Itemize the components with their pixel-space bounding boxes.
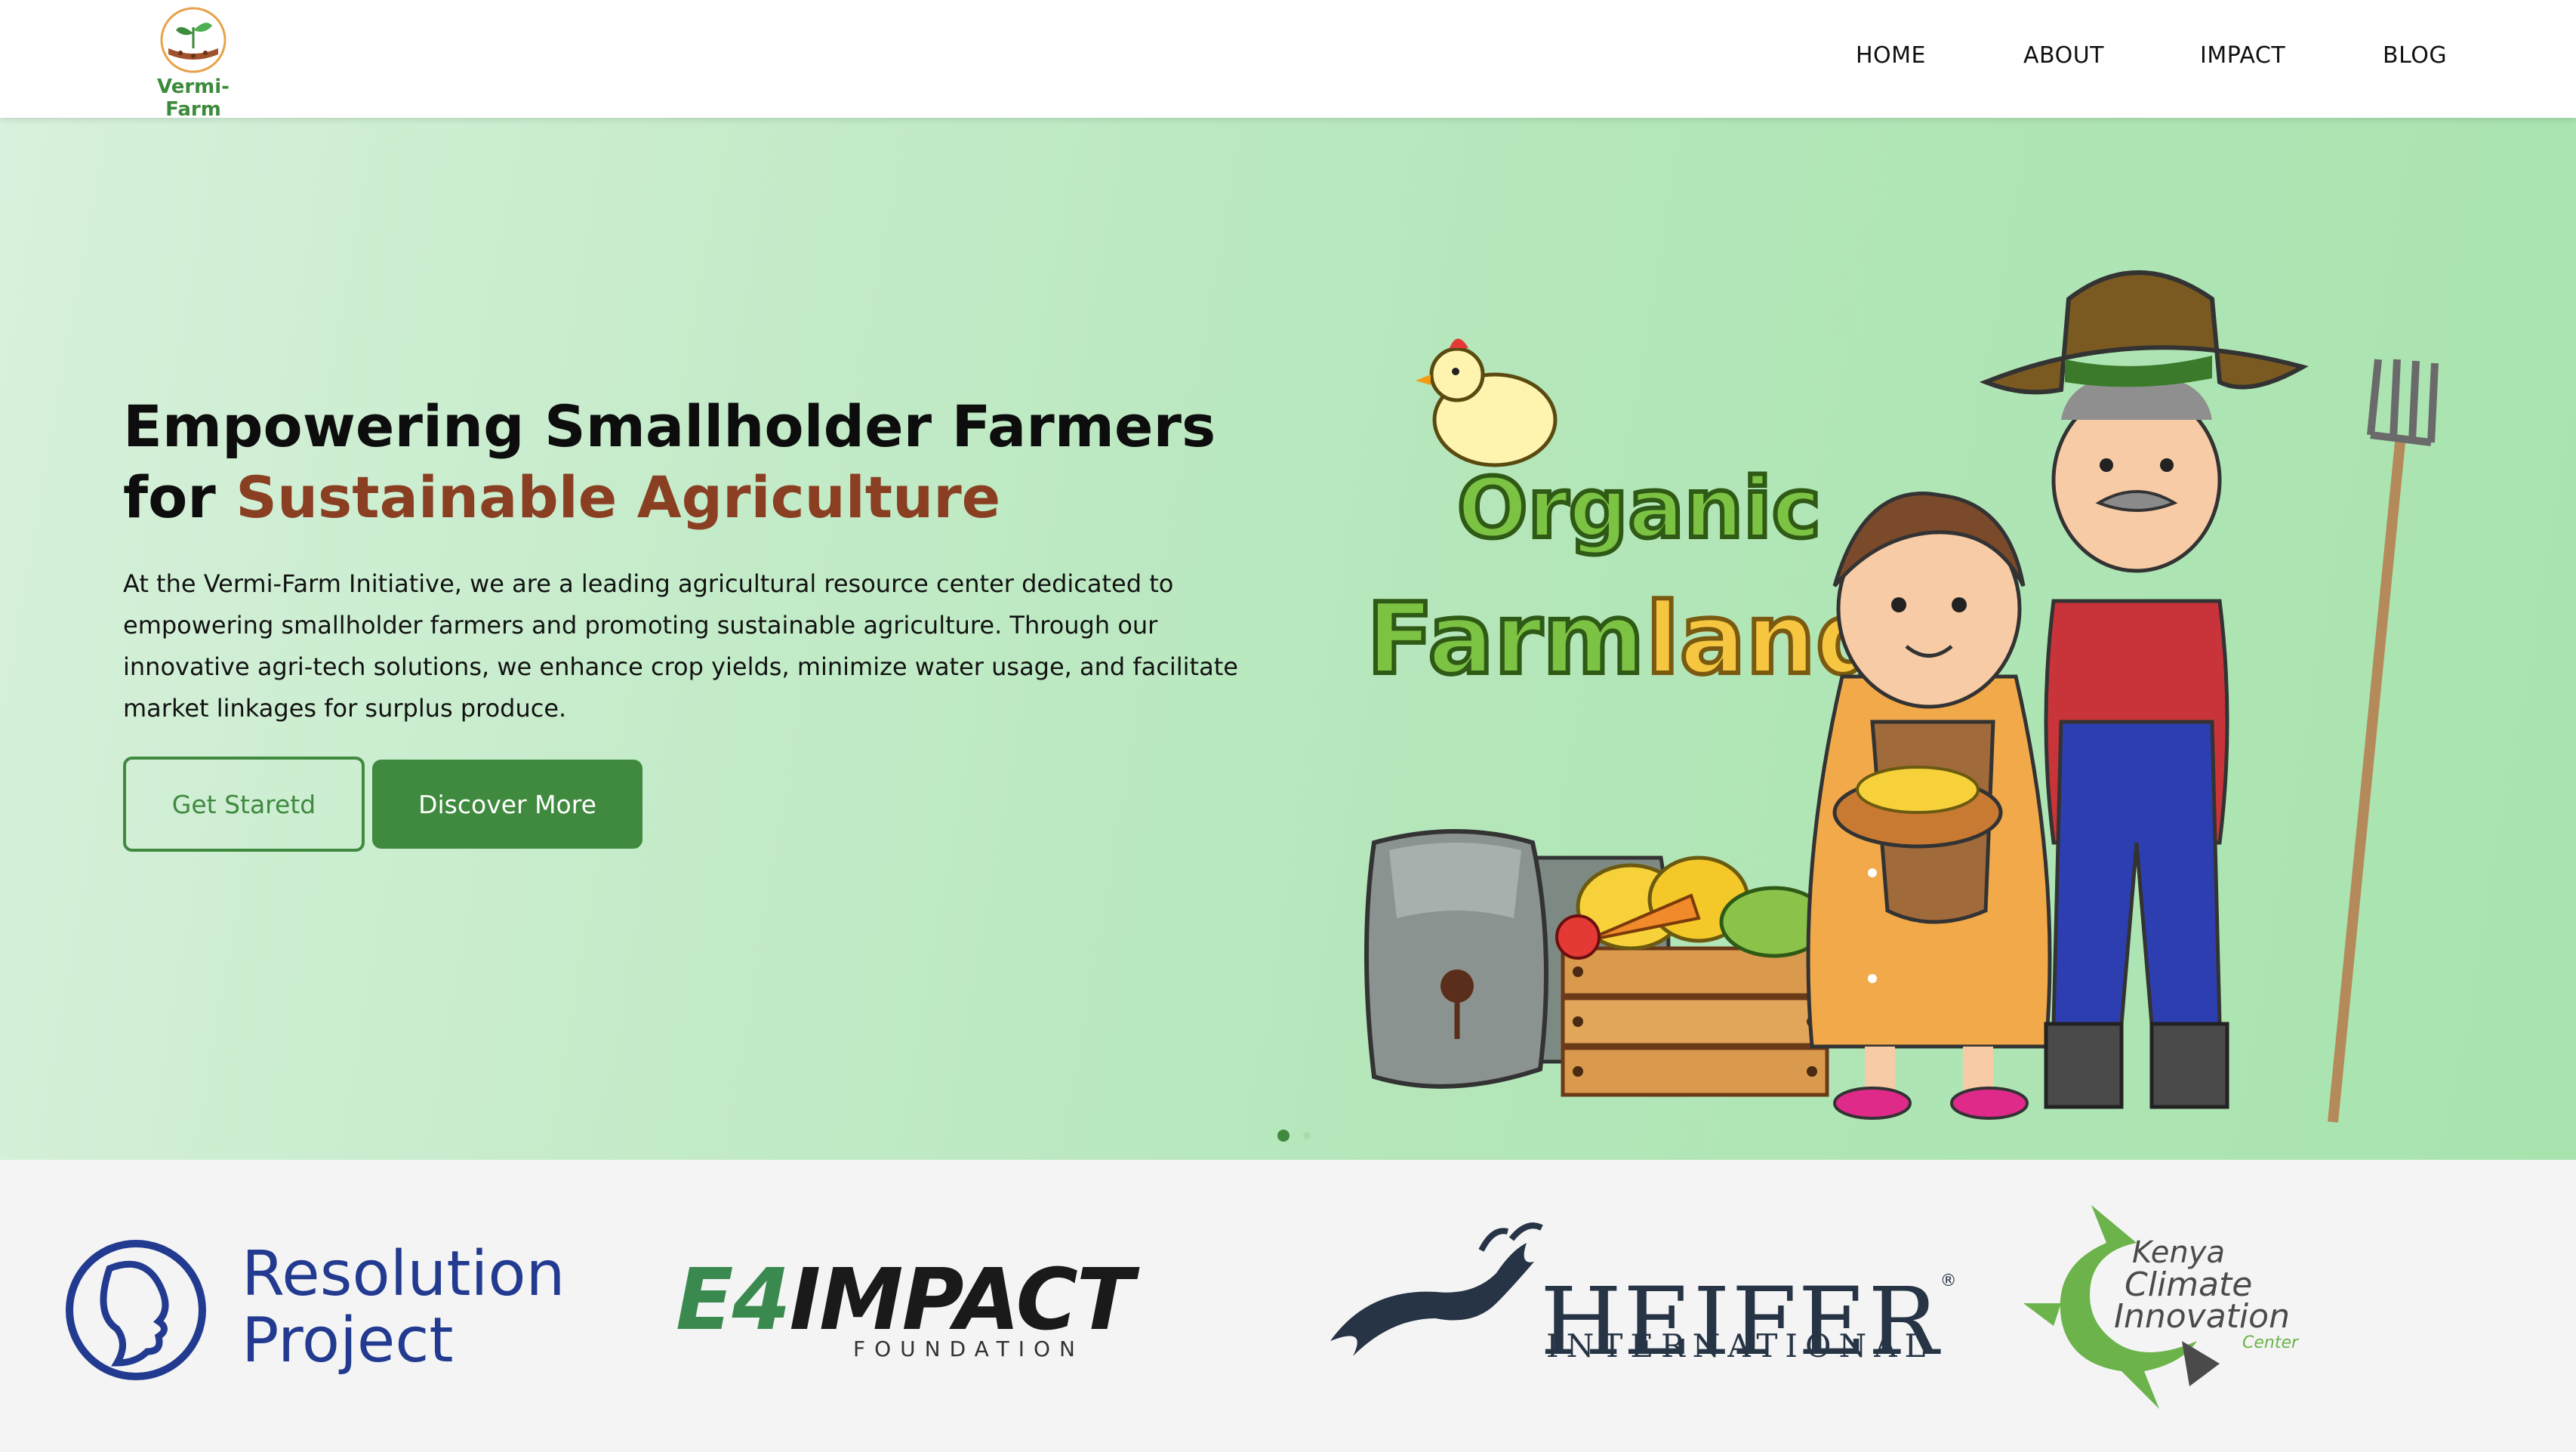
vegetable-crate: [1561, 946, 1829, 1097]
e4impact-foundation: FOUNDATION: [853, 1336, 1084, 1361]
heifer-registered: ®: [1940, 1272, 1958, 1290]
sign-line2-farm: Farm: [1367, 581, 1644, 696]
heifer-international: INTERNATIONAL: [1546, 1327, 1934, 1364]
e4impact-logo[interactable]: E4IMPACT: [676, 1258, 1134, 1343]
resolution-line1: Resolution: [242, 1238, 565, 1310]
hero-title-prefix: for: [123, 464, 236, 531]
hero-description: At the Vermi-Farm Initiative, we are a l…: [123, 569, 1238, 723]
logo-text: Vermi-Farm: [157, 76, 230, 121]
sack-front: [1364, 829, 1548, 1089]
get-started-button[interactable]: Get Staretd: [123, 757, 365, 852]
carousel-dot-2[interactable]: [1303, 1132, 1311, 1139]
hero-section: Empowering Smallholder Farmers for Susta…: [0, 118, 2576, 1160]
chicken: [1416, 338, 1558, 467]
nav-home[interactable]: HOME: [1856, 42, 1926, 69]
sprout-logo-icon: [160, 7, 226, 73]
kcic-logo[interactable]: Kenya Climate Innovation Center: [2114, 1235, 2298, 1352]
kcic-line3: Innovation: [2114, 1297, 2290, 1336]
resolution-project-logo-icon: [66, 1240, 206, 1380]
e4impact-e4: E4: [676, 1251, 790, 1349]
e4impact-impact: IMPACT: [789, 1251, 1134, 1349]
kcic-line4: Center: [2242, 1333, 2299, 1352]
farm-illustration: Organic Farm land: [1364, 270, 2439, 1123]
partners-strip: Resolution Project E4IMPACT FOUNDATION H…: [0, 1160, 2576, 1452]
hero-title-accent: Sustainable Agriculture: [236, 464, 1001, 531]
resolution-project-logo[interactable]: Resolution Project: [242, 1241, 565, 1374]
resolution-line2: Project: [242, 1305, 454, 1376]
crate-vegetables: [1555, 855, 1829, 960]
sign-line1: Organic: [1457, 460, 1821, 556]
hero-title: Empowering Smallholder Farmers for Susta…: [123, 391, 1331, 533]
heifer-cow-icon: [1330, 1222, 1543, 1356]
hero-title-line1: Empowering Smallholder Farmers: [123, 393, 1216, 460]
girl-character: [1806, 492, 2052, 1120]
farmer-character: [1979, 270, 2439, 1123]
navbar: Vermi-Farm HOME ABOUT IMPACT BLOG: [0, 0, 2576, 121]
nav-about[interactable]: ABOUT: [2023, 42, 2104, 69]
kcic-line2: Climate: [2125, 1265, 2253, 1304]
nav-blog[interactable]: BLOG: [2383, 42, 2447, 69]
carousel-dot-1[interactable]: [1277, 1130, 1290, 1142]
site-logo[interactable]: Vermi-Farm: [133, 5, 254, 121]
nav-impact[interactable]: IMPACT: [2200, 42, 2285, 69]
organic-farmland-sign: Organic Farm land: [1364, 458, 1888, 698]
discover-more-button[interactable]: Discover More: [372, 760, 642, 849]
